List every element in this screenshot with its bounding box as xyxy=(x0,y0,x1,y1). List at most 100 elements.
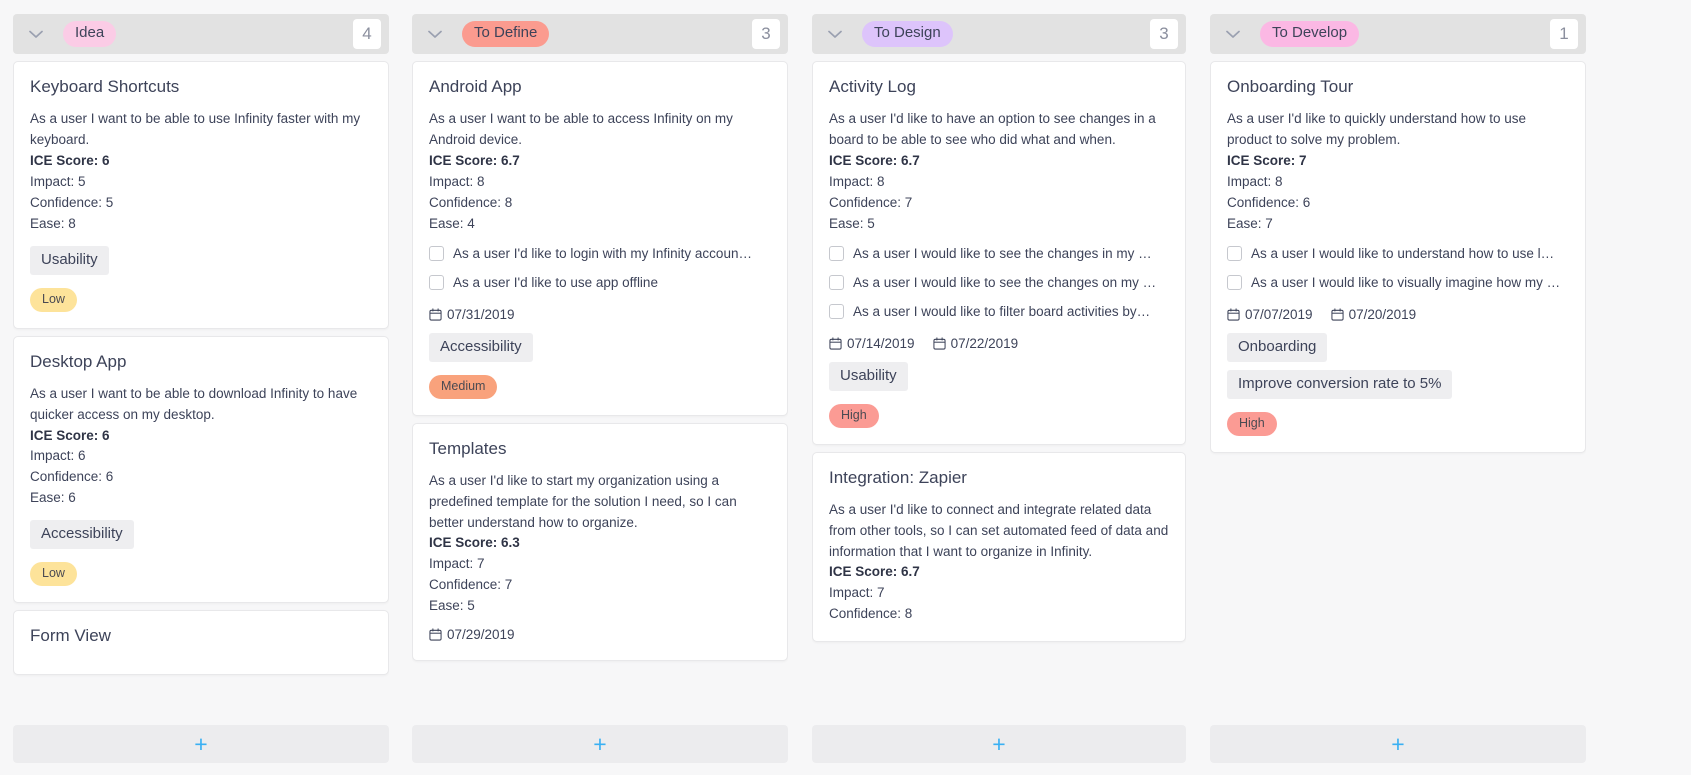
column-header: To Design 3 xyxy=(812,14,1186,54)
card-confidence: Confidence: 6 xyxy=(1227,194,1311,210)
date-chip[interactable]: 07/07/2019 xyxy=(1227,307,1313,322)
board-card[interactable]: Templates As a user I'd like to start my … xyxy=(412,422,788,662)
date-chip[interactable]: 07/31/2019 xyxy=(429,307,515,322)
subtask-row[interactable]: As a user I would like to see the change… xyxy=(829,268,1169,297)
column-card-list: Onboarding Tour As a user I'd like to qui… xyxy=(1210,61,1586,718)
priority-badge[interactable]: Medium xyxy=(429,374,498,399)
card-ease: Ease: 4 xyxy=(429,215,475,231)
card-ease: Ease: 5 xyxy=(429,598,475,614)
priority-badge[interactable]: High xyxy=(1227,411,1277,436)
card-subtask-list: As a user I would like to understand how… xyxy=(1227,239,1569,297)
card-description: As a user I'd like to have an option to … xyxy=(829,111,1156,148)
card-confidence: Confidence: 8 xyxy=(829,606,913,622)
date-chip[interactable]: 07/20/2019 xyxy=(1330,306,1417,322)
checkbox-icon[interactable] xyxy=(829,245,844,261)
subtask-label: As a user I would like to see the change… xyxy=(853,245,1152,261)
column-title-pill[interactable]: Idea xyxy=(63,21,117,47)
board-column: Idea 4 Keyboard Shortcuts As a user I want … xyxy=(0,0,400,775)
card-impact: Impact: 7 xyxy=(429,556,485,572)
card-ice-score: ICE Score: 6.3 xyxy=(429,535,520,551)
card-impact: Impact: 6 xyxy=(30,448,86,464)
priority-badge[interactable]: High xyxy=(829,403,879,428)
card-tag[interactable]: Improve conversion rate to 5% xyxy=(1227,369,1453,399)
add-card-button[interactable]: + xyxy=(812,725,1186,763)
kanban-board: Idea 4 Keyboard Shortcuts As a user I want … xyxy=(0,0,1691,775)
date-chip[interactable]: 07/29/2019 xyxy=(429,627,515,642)
priority-badge[interactable]: Low xyxy=(30,562,77,587)
card-description: As a user I want to be able to access In… xyxy=(429,111,733,148)
plus-icon: + xyxy=(593,730,607,757)
card-priority-wrap: Low xyxy=(30,562,372,587)
card-priority-wrap: High xyxy=(1227,411,1569,436)
checkbox-icon[interactable] xyxy=(829,274,844,290)
checkbox-icon[interactable] xyxy=(829,303,844,319)
card-priority-wrap: Low xyxy=(30,287,372,312)
board-card[interactable]: Integration: Zapier As a user I'd like to… xyxy=(812,451,1186,643)
column-title-pill[interactable]: To Design xyxy=(862,21,953,47)
subtask-row[interactable]: As a user I'd like to login with my Infi… xyxy=(429,239,771,268)
plus-icon: + xyxy=(1391,730,1405,757)
calendar-icon xyxy=(429,308,442,321)
card-description: As a user I'd like to connect and integr… xyxy=(829,501,1169,559)
subtask-row[interactable]: As a user I would like to see the change… xyxy=(829,239,1169,268)
add-card-button[interactable]: + xyxy=(1210,725,1586,763)
board-column: To Define 3 Android App As a user I want to… xyxy=(400,0,800,775)
subtask-label: As a user I'd like to login with my Infi… xyxy=(453,245,752,261)
checkbox-icon[interactable] xyxy=(1227,245,1242,261)
card-description: As a user I want to be able to use Infin… xyxy=(30,111,361,148)
subtask-label: As a user I would like to understand how… xyxy=(1251,245,1555,261)
calendar-icon xyxy=(829,337,842,350)
card-title: Keyboard Shortcuts xyxy=(30,77,180,96)
card-tags: Usability xyxy=(30,245,372,275)
checkbox-icon[interactable] xyxy=(1227,274,1242,290)
date-label: 07/31/2019 xyxy=(447,306,515,322)
chevron-down-icon[interactable] xyxy=(1224,25,1242,43)
board-card[interactable]: Keyboard Shortcuts As a user I want to be… xyxy=(13,61,389,329)
card-tag[interactable]: Onboarding xyxy=(1227,332,1328,362)
card-impact: Impact: 8 xyxy=(429,173,485,189)
card-impact: Impact: 5 xyxy=(30,173,86,189)
chevron-down-icon[interactable] xyxy=(826,25,844,43)
card-tag[interactable]: Usability xyxy=(30,245,109,275)
card-description: As a user I'd like to quickly understand… xyxy=(1227,111,1526,148)
card-tag[interactable]: Usability xyxy=(829,361,908,391)
card-ease: Ease: 7 xyxy=(1227,215,1273,231)
date-chip[interactable]: 07/14/2019 xyxy=(829,336,915,351)
column-header: To Define 3 xyxy=(412,14,788,54)
subtask-row[interactable]: As a user I would like to filter board a… xyxy=(829,297,1169,326)
subtask-row[interactable]: As a user I would like to visually imagi… xyxy=(1227,268,1569,297)
column-title-pill[interactable]: To Define xyxy=(462,21,550,47)
board-column: To Design 3 Activity Log As a user I'd like… xyxy=(800,0,1198,775)
chevron-down-icon[interactable] xyxy=(27,25,45,43)
chevron-down-icon[interactable] xyxy=(426,25,444,43)
date-label: 07/20/2019 xyxy=(1348,306,1417,322)
column-card-list: Keyboard Shortcuts As a user I want to be… xyxy=(13,61,389,718)
board-card[interactable]: Onboarding Tour As a user I'd like to qui… xyxy=(1210,61,1586,453)
subtask-row[interactable]: As a user I would like to understand how… xyxy=(1227,239,1569,268)
add-card-button[interactable]: + xyxy=(412,725,788,763)
card-description: As a user I want to be able to download … xyxy=(30,385,358,422)
board-card[interactable]: Form View xyxy=(13,610,389,676)
date-chip[interactable]: 07/22/2019 xyxy=(932,336,1018,351)
plus-icon: + xyxy=(194,730,208,757)
subtask-label: As a user I'd like to use app offline xyxy=(453,274,658,290)
board-card[interactable]: Activity Log As a user I'd like to have a… xyxy=(812,61,1186,445)
checkbox-icon[interactable] xyxy=(429,245,444,261)
card-tag[interactable]: Accessibility xyxy=(429,332,533,362)
checkbox-icon[interactable] xyxy=(429,274,444,290)
card-ice-score: ICE Score: 6.7 xyxy=(829,564,920,580)
subtask-label: As a user I would like to visually imagi… xyxy=(1251,274,1561,290)
card-priority-wrap: High xyxy=(829,403,1169,428)
priority-badge[interactable]: Low xyxy=(30,287,77,312)
board-card[interactable]: Desktop App As a user I want to be able t… xyxy=(13,335,389,604)
card-tag[interactable]: Accessibility xyxy=(30,520,134,550)
subtask-row[interactable]: As a user I'd like to use app offline xyxy=(429,268,771,297)
column-title-pill[interactable]: To Develop xyxy=(1260,21,1360,47)
add-card-button[interactable]: + xyxy=(13,725,389,763)
date-label: 07/14/2019 xyxy=(847,335,915,351)
board-card[interactable]: Android App As a user I want to be able t… xyxy=(412,61,788,416)
column-header: To Develop 1 xyxy=(1210,14,1586,54)
card-confidence: Confidence: 6 xyxy=(30,469,114,485)
card-title: Desktop App xyxy=(30,351,127,371)
card-priority-wrap: Medium xyxy=(429,374,771,399)
